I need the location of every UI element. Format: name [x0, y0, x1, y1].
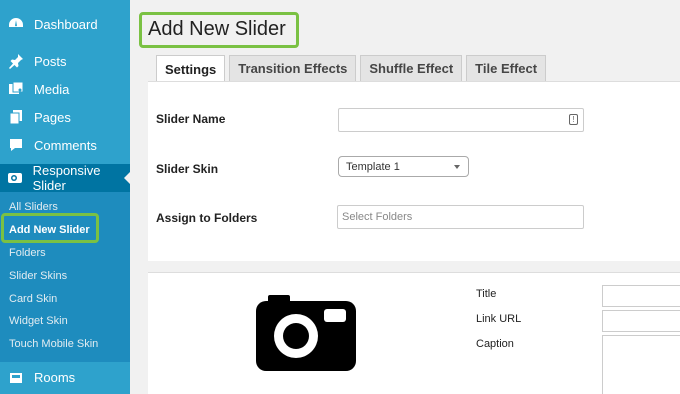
highlight-box-submenu: [1, 213, 99, 243]
tab-transition-effects[interactable]: Transition Effects: [229, 55, 357, 81]
tab-shuffle-effect[interactable]: Shuffle Effect: [360, 55, 463, 81]
submenu-folders[interactable]: Folders: [0, 242, 130, 265]
media-icon: [6, 79, 26, 99]
menu-dashboard-label: Dashboard: [34, 16, 98, 32]
settings-panel: Slider Name ! Slider Skin Template 1 Ass…: [148, 81, 680, 261]
tab-tile-effect[interactable]: Tile Effect: [466, 55, 547, 81]
submenu-card-skin[interactable]: Card Skin: [0, 287, 130, 310]
slide-caption-field[interactable]: [602, 335, 680, 394]
field-info-icon: !: [569, 114, 578, 125]
slide-caption-label: Caption: [476, 338, 514, 350]
slide-link-field[interactable]: [602, 310, 680, 332]
main-content: Add New Slider Settings Transition Effec…: [130, 0, 680, 394]
submenu-slider-skins[interactable]: Slider Skins: [0, 264, 130, 287]
pages-icon: [6, 107, 26, 127]
assign-folders-label: Assign to Folders: [156, 211, 258, 225]
menu-responsive-slider[interactable]: Responsive Slider: [0, 163, 130, 193]
menu-pages-label: Pages: [34, 109, 71, 125]
admin-sidebar: Dashboard Posts Media Pages Comments Res…: [0, 0, 130, 394]
menu-posts-label: Posts: [34, 53, 67, 69]
slide-link-label: Link URL: [476, 313, 522, 325]
menu-media-label: Media: [34, 81, 70, 97]
camera-icon: [6, 168, 25, 188]
slide-title-field[interactable]: [602, 285, 680, 307]
pin-icon: [6, 51, 26, 71]
menu-comments[interactable]: Comments: [0, 131, 130, 159]
menu-rooms-label: Rooms: [34, 370, 76, 386]
assign-folders-field[interactable]: Select Folders: [337, 205, 584, 229]
dashboard-icon: [6, 14, 26, 34]
menu-pages[interactable]: Pages: [0, 103, 130, 131]
menu-rooms[interactable]: Rooms: [0, 364, 130, 392]
camera-icon: [256, 295, 356, 371]
comment-icon: [6, 135, 26, 155]
menu-media[interactable]: Media: [0, 75, 130, 103]
slider-name-field[interactable]: !: [338, 108, 584, 132]
submenu-widget-skin[interactable]: Widget Skin: [0, 310, 130, 333]
tab-settings[interactable]: Settings: [156, 55, 226, 82]
slider-skin-select[interactable]: Template 1: [338, 156, 469, 177]
slide-panel: Title Link URL Caption: [148, 272, 680, 394]
highlight-box-title: [139, 12, 299, 48]
chevron-down-icon: [454, 165, 460, 169]
slider-skin-label: Slider Skin: [156, 162, 219, 176]
submenu-touch-mobile-skin[interactable]: Touch Mobile Skin: [0, 333, 130, 356]
menu-dashboard[interactable]: Dashboard: [0, 10, 130, 38]
slider-skin-value: Template 1: [346, 160, 400, 173]
slide-title-label: Title: [476, 288, 497, 300]
menu-posts[interactable]: Posts: [0, 47, 130, 75]
tab-bar: Settings Transition Effects Shuffle Effe…: [156, 55, 550, 82]
menu-comments-label: Comments: [34, 137, 97, 153]
menu-responsive-slider-label: Responsive Slider: [32, 163, 101, 193]
rooms-icon: [6, 368, 26, 388]
slider-name-label: Slider Name: [156, 112, 226, 126]
assign-folders-placeholder: Select Folders: [342, 211, 413, 223]
